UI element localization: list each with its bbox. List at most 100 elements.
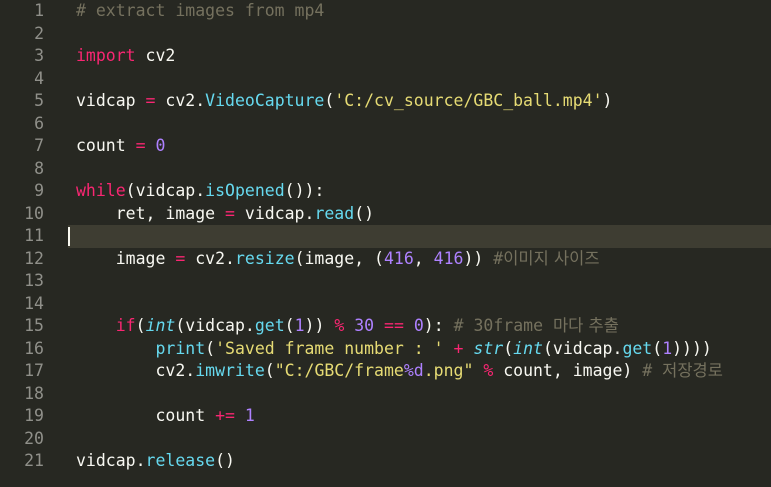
code-token: int [145, 316, 176, 335]
code-text: ret, image = vidcap.read() [76, 203, 374, 226]
code-token: 저장경로 [662, 361, 723, 380]
line-number: 4 [34, 68, 44, 88]
line-number: 18 [24, 383, 44, 403]
code-line[interactable]: 20 [0, 428, 771, 451]
code-token: import [76, 46, 136, 65]
code-token: (vidcap. [542, 338, 623, 358]
line-number: 1 [34, 1, 44, 20]
code-line[interactable]: 11 [0, 225, 771, 248]
code-token: VideoCapture [205, 91, 325, 110]
code-line[interactable]: 5 vidcap = cv2.VideoCapture('C:/cv_source… [0, 90, 771, 113]
code-token: ) [602, 91, 613, 110]
code-token: %d [403, 361, 424, 380]
code-token: ( [652, 338, 663, 358]
code-line[interactable]: 9 while(vidcap.isOpened()): [0, 180, 771, 203]
code-text: count += 1 [76, 405, 254, 428]
code-token: cv2 [135, 46, 176, 65]
code-line[interactable]: 7 count = 0 [0, 135, 771, 158]
code-token: % [483, 361, 494, 380]
code-token: 1 [662, 338, 673, 358]
code-line[interactable]: 2 [0, 23, 771, 46]
line-number: 19 [24, 406, 44, 425]
code-line[interactable]: 12 image = cv2.resize(image, (416, 416))… [0, 248, 771, 271]
code-text: import cv2 [76, 45, 175, 68]
code-token: str [473, 338, 504, 358]
code-line[interactable]: 17 cv2.imwrite("C:/GBC/frame%d.png" % co… [0, 360, 771, 383]
code-token: (vidcap. [175, 316, 255, 335]
code-token: (image, ( [294, 248, 384, 268]
code-token: 0 [155, 136, 166, 155]
code-token: = [135, 136, 146, 155]
code-token: 'Saved frame number : ' [215, 338, 444, 358]
code-line[interactable]: 15 if(int(vidcap.get(1)) % 30 == 0): # 3… [0, 315, 771, 338]
line-number: 17 [24, 361, 44, 380]
code-line[interactable]: 18 [0, 383, 771, 406]
code-line[interactable]: 3 import cv2 [0, 45, 771, 68]
code-token: resize [234, 248, 295, 268]
code-line[interactable]: 19 count += 1 [0, 405, 771, 428]
code-line[interactable]: 21 vidcap.release() [0, 450, 771, 473]
code-token: # [642, 361, 663, 380]
line-number: 15 [24, 316, 44, 335]
code-token: if [115, 316, 136, 335]
line-number: 8 [34, 158, 44, 178]
code-token: 416 [383, 248, 414, 268]
code-text: count = 0 [76, 135, 165, 158]
line-number: 10 [24, 203, 44, 223]
code-line[interactable]: 8 [0, 158, 771, 181]
code-token: cv2. [76, 361, 196, 380]
code-line[interactable]: 4 [0, 68, 771, 91]
line-number: 3 [34, 46, 44, 65]
line-number: 21 [24, 451, 44, 470]
code-token: 1 [294, 316, 305, 335]
line-number: 14 [24, 293, 44, 313]
code-line[interactable]: 13 [0, 270, 771, 293]
code-token: # extract images from mp4 [76, 1, 325, 20]
code-editor[interactable]: 1 # extract images from mp4 2 3 import cv2 4 5… [0, 0, 771, 487]
code-token: count [76, 406, 216, 425]
current-line-highlight [68, 225, 771, 248]
code-token: = [225, 203, 235, 223]
code-line[interactable]: 10 ret, image = vidcap.read() [0, 203, 771, 226]
code-token: (vidcap. [125, 181, 206, 200]
code-token: "C:/GBC/frame [274, 361, 404, 380]
code-token: read [314, 203, 355, 223]
code-line[interactable]: 14 [0, 293, 771, 316]
code-token: 이미지 사이즈 [503, 248, 600, 268]
code-token: image [76, 248, 176, 268]
code-text: cv2.imwrite("C:/GBC/frame%d.png" % count… [76, 360, 723, 383]
code-token: ): [423, 316, 454, 335]
code-token: = [145, 91, 156, 110]
code-text: vidcap.release() [76, 450, 235, 473]
code-token: # 30frame [453, 316, 553, 335]
code-text: if(int(vidcap.get(1)) % 30 == 0): # 30fr… [76, 315, 619, 338]
code-line[interactable]: 6 [0, 113, 771, 136]
code-token: int [513, 338, 543, 358]
code-token: () [215, 451, 235, 470]
code-token: # [493, 248, 504, 268]
code-text: # extract images from mp4 [76, 0, 324, 23]
line-number: 16 [24, 338, 44, 358]
code-text: vidcap = cv2.VideoCapture('C:/cv_source/… [76, 90, 612, 113]
line-number: 7 [34, 136, 44, 155]
code-line[interactable]: 16 print('Saved frame number : ' + str(i… [0, 338, 771, 361]
line-number: 13 [24, 271, 44, 290]
code-token: count, image) [493, 361, 643, 380]
code-token: () [354, 203, 375, 223]
code-line[interactable]: 1 # extract images from mp4 [0, 0, 771, 23]
code-token: get [254, 316, 285, 335]
line-number: 5 [34, 91, 44, 110]
code-token: ()): [284, 181, 325, 200]
code-token: cv2. [185, 248, 235, 268]
code-token: 'C:/cv_source/GBC_ball.mp4' [334, 91, 603, 110]
code-token: print [155, 338, 206, 358]
code-token: 416 [433, 248, 464, 268]
code-token: += [215, 406, 235, 425]
line-number: 12 [24, 248, 44, 268]
code-token: cv2. [155, 91, 206, 110]
